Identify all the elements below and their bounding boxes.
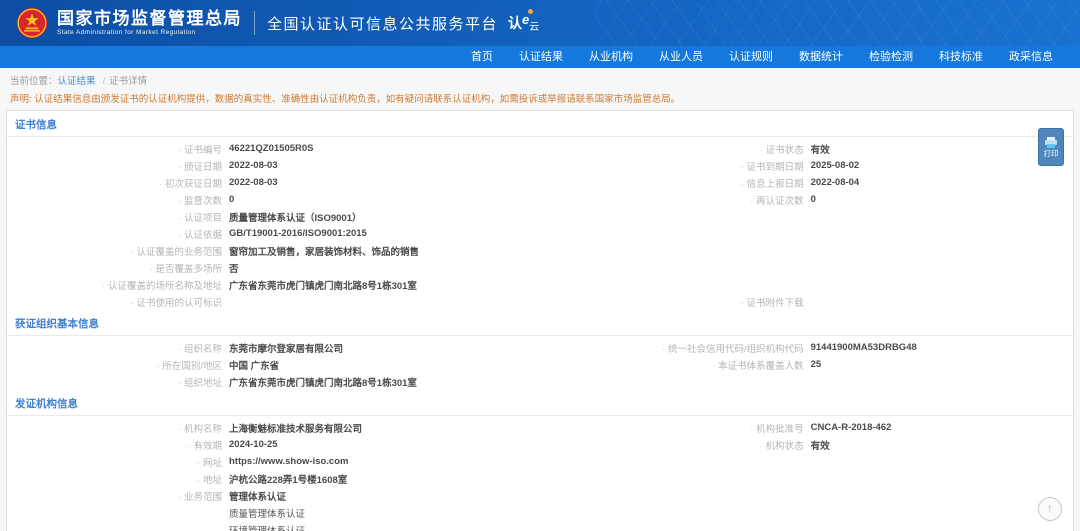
org-names: 国家市场监督管理总局 State Administration for Mark… (57, 10, 242, 37)
breadcrumb-prefix: 当前位置： (10, 76, 58, 87)
section-certificate-info: 证书信息 证书编号46221QZ01505R0S 颁证日期2022-08-03 … (7, 111, 1073, 310)
nav-item-cert-results[interactable]: 认证结果 (506, 46, 576, 68)
field-issue-date: 颁证日期2022-08-03 (7, 157, 615, 174)
field-cert-basis: 认证依据GB/T19001-2016/ISO9001:2015 (7, 225, 615, 242)
section-organization-info: 获证组织基本信息 组织名称东莞市摩尔登家居有限公司 所在国别/地区中国 广东省 … (7, 310, 1073, 390)
field-supervision-count: 监督次数0 (7, 191, 615, 208)
nav-item-inspection[interactable]: 检验检测 (856, 46, 926, 68)
section-title-issuing-agency-info: 发证机构信息 (7, 390, 1073, 416)
field-org-name: 组织名称东莞市摩尔登家居有限公司 (7, 339, 615, 356)
field-credit-code: 统一社会信用代码/组织机构代码91441900MA53DRBG48 (615, 339, 1073, 356)
field-agency-website: 网址https://www.show-iso.com (7, 453, 615, 470)
field-cert-attachment-download: 证书附件下载 (615, 293, 1073, 310)
field-first-cert-date: 初次获证日期2022-08-03 (7, 174, 615, 191)
field-expiry-date: 证书到期日期2025-08-02 (615, 157, 1073, 174)
national-emblem-icon (16, 7, 48, 39)
section-title-certificate-info: 证书信息 (7, 111, 1073, 137)
breadcrumb-current: 证书详情 (109, 76, 147, 87)
field-agency-address: 地址沪杭公路228弄1号楼1608室 (7, 470, 615, 487)
ren-e-yun-logo-icon: 认e云 (508, 13, 539, 33)
field-agency-approval-number: 机构批准号CNCA-R-2018-462 (615, 419, 1073, 436)
field-recert-count: 再认证次数0 (615, 191, 1073, 208)
field-site-address: 认证覆盖的场所名称及地址广东省东莞市虎门镇虎门南北路8号1栋301室 (7, 276, 615, 293)
printer-icon (1044, 137, 1058, 149)
arrow-up-icon: ↑ (1047, 501, 1053, 515)
nav-item-statistics[interactable]: 数据统计 (786, 46, 856, 68)
nav-item-agencies[interactable]: 从业机构 (576, 46, 646, 68)
field-report-date: 信息上报日期2022-08-04 (615, 174, 1073, 191)
page: 国家市场监督管理总局 State Administration for Mark… (0, 0, 1080, 531)
nav-item-practitioners[interactable]: 从业人员 (646, 46, 716, 68)
field-cert-status: 证书状态有效 (615, 140, 1073, 157)
print-button[interactable]: 打印 (1038, 128, 1064, 166)
nav-item-procurement-info[interactable]: 政采信息 (996, 46, 1066, 68)
breadcrumb-link-cert-results[interactable]: 认证结果 (58, 76, 96, 87)
back-to-top-button[interactable]: ↑ (1038, 497, 1062, 521)
main-nav: 首页 认证结果 从业机构 从业人员 认证规则 数据统计 检验检测 科技标准 政采… (0, 46, 1080, 68)
field-agency-status: 机构状态有效 (615, 436, 1073, 453)
field-covered-headcount: 本证书体系覆盖人数25 (615, 356, 1073, 373)
field-agency-scope: 业务范围管理体系认证 (7, 487, 615, 504)
org-name-en: State Administration for Market Regulati… (57, 30, 242, 37)
disclaimer-notice: 声明: 认证结果信息由颁发证书的认证机构提供，数据的真实性、准确性由认证机构负责… (0, 88, 1080, 109)
field-cert-number: 证书编号46221QZ01505R0S (7, 140, 615, 157)
field-org-address: 组织地址广东省东莞市虎门镇虎门南北路8号1栋301室 (7, 373, 615, 390)
nav-item-home[interactable]: 首页 (458, 46, 506, 68)
field-business-scope: 认证覆盖的业务范围窗帘加工及销售，家居装饰材料、饰品的销售 (7, 242, 615, 259)
nav-item-tech-standards[interactable]: 科技标准 (926, 46, 996, 68)
field-cert-project: 认证项目质量管理体系认证（ISO9001） (7, 208, 615, 225)
platform-title: 全国认证认可信息公共服务平台 (267, 13, 498, 34)
print-button-label: 打印 (1044, 150, 1059, 158)
breadcrumb-separator: / (103, 76, 106, 87)
nav-item-cert-rules[interactable]: 认证规则 (716, 46, 786, 68)
header-divider (254, 11, 255, 35)
field-multi-site: 是否覆盖多场所否 (7, 259, 615, 276)
site-header: 国家市场监督管理总局 State Administration for Mark… (0, 0, 1080, 46)
section-issuing-agency-info: 发证机构信息 机构名称上海衡魅标准技术服务有限公司 有效期2024-10-25 … (7, 390, 1073, 531)
field-org-country: 所在国别/地区中国 广东省 (7, 356, 615, 373)
field-accreditation-mark: 证书使用的认可标识 (7, 293, 615, 310)
certificate-detail-panel: 证书信息 证书编号46221QZ01505R0S 颁证日期2022-08-03 … (6, 110, 1074, 531)
field-agency-validity: 有效期2024-10-25 (7, 436, 615, 453)
breadcrumb: 当前位置：认证结果 /证书详情 (0, 68, 1080, 88)
scope-item-environment: 环境管理体系认证 (7, 521, 615, 531)
header-tech-pattern (594, 0, 1080, 46)
field-agency-name: 机构名称上海衡魅标准技术服务有限公司 (7, 419, 615, 436)
scope-item-quality: 质量管理体系认证 (7, 504, 615, 521)
section-title-organization-info: 获证组织基本信息 (7, 310, 1073, 336)
org-name-cn: 国家市场监督管理总局 (57, 10, 242, 28)
